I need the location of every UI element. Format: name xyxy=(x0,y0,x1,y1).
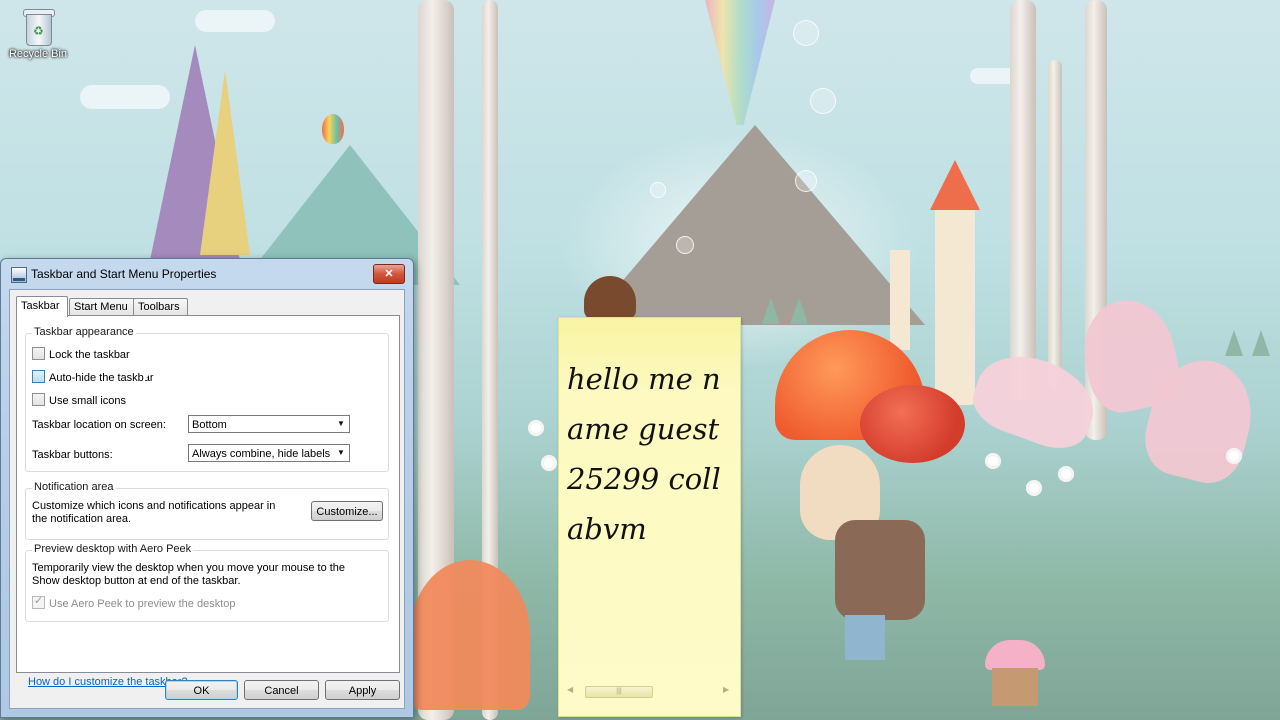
wallpaper-tree-trunk xyxy=(1010,0,1036,400)
aero-peek-description: Temporarily view the desktop when you mo… xyxy=(32,562,346,587)
wallpaper-small-tree xyxy=(790,298,808,324)
taskbar-location-value: Bottom xyxy=(192,419,227,431)
wallpaper-cupcake-top xyxy=(985,640,1045,670)
mouse-cursor-icon xyxy=(143,365,155,383)
wallpaper-flower xyxy=(1058,466,1074,482)
wallpaper-bubble xyxy=(650,182,666,198)
sticky-note-text[interactable]: hello me name guest25299 collabvm xyxy=(567,354,735,554)
wallpaper-rabbit-coat xyxy=(835,520,925,620)
wallpaper-bear xyxy=(584,276,636,320)
recycle-bin-icon: ♻ xyxy=(23,6,55,46)
close-button[interactable]: ✕ xyxy=(373,264,405,284)
taskbar-buttons-select[interactable]: Always combine, hide labels ▼ xyxy=(188,444,350,462)
wallpaper-yellow-peak xyxy=(200,70,250,255)
chevron-down-icon: ▼ xyxy=(337,448,345,457)
wallpaper-hot-air-balloon xyxy=(322,114,344,144)
taskbar-buttons-value: Always combine, hide labels xyxy=(192,448,331,460)
wallpaper-flower xyxy=(1226,448,1242,464)
aero-peek-checkbox xyxy=(32,594,45,609)
aero-peek-group: Preview desktop with Aero Peek Temporari… xyxy=(25,543,389,622)
taskbar-appearance-group: Taskbar appearance Lock the taskbar Auto… xyxy=(25,326,389,472)
wallpaper-orange-plant xyxy=(410,560,530,710)
wallpaper-tree-trunk xyxy=(1048,60,1062,390)
wallpaper-flower xyxy=(528,420,544,436)
dialog-title: Taskbar and Start Menu Properties xyxy=(31,267,217,281)
taskbar-icon xyxy=(11,267,27,283)
autohide-taskbar-checkbox[interactable] xyxy=(32,370,45,383)
aero-peek-label: Use Aero Peek to preview the desktop xyxy=(49,598,236,610)
help-link[interactable]: How do I customize the taskbar? xyxy=(28,676,188,688)
wallpaper-rainbow xyxy=(705,0,775,125)
autohide-taskbar-option[interactable]: Auto-hide the taskbar xyxy=(32,370,154,384)
cancel-button[interactable]: Cancel xyxy=(244,680,319,700)
wallpaper-cloud xyxy=(195,10,275,32)
sticky-note-horizontal-scrollbar[interactable]: ◀ ||| ▶ xyxy=(565,684,731,698)
taskbar-location-select[interactable]: Bottom ▼ xyxy=(188,415,350,433)
lock-taskbar-option[interactable]: Lock the taskbar xyxy=(32,347,130,361)
small-icons-label: Use small icons xyxy=(49,395,127,407)
ok-button[interactable]: OK xyxy=(165,680,238,700)
taskbar-buttons-label: Taskbar buttons: xyxy=(32,449,113,461)
wallpaper-bubble xyxy=(795,170,817,192)
wallpaper-bubble xyxy=(676,236,694,254)
notification-area-group: Notification area Customize which icons … xyxy=(25,481,389,540)
taskbar-location-label: Taskbar location on screen: xyxy=(32,419,166,431)
apply-button[interactable]: Apply xyxy=(325,680,400,700)
taskbar-properties-dialog: Taskbar and Start Menu Properties ✕ Task… xyxy=(0,258,414,718)
lock-taskbar-label: Lock the taskbar xyxy=(49,349,130,361)
group-title-aero-peek: Preview desktop with Aero Peek xyxy=(32,543,194,555)
tab-toolbars[interactable]: Toolbars xyxy=(133,298,188,316)
wallpaper-flower xyxy=(985,453,1001,469)
dialog-titlebar[interactable]: Taskbar and Start Menu Properties ✕ xyxy=(1,259,413,289)
taskbar-tab-panel: Taskbar appearance Lock the taskbar Auto… xyxy=(16,315,400,673)
tab-start-menu[interactable]: Start Menu xyxy=(69,298,137,316)
aero-peek-option: Use Aero Peek to preview the desktop xyxy=(32,594,236,610)
group-title-taskbar-appearance: Taskbar appearance xyxy=(32,326,136,338)
wallpaper-small-tree xyxy=(1225,330,1243,356)
scroll-left-arrow-icon[interactable]: ◀ xyxy=(567,685,573,694)
recycle-bin-label: Recycle Bin xyxy=(8,48,68,60)
customize-button[interactable]: Customize... xyxy=(311,501,383,521)
scrollbar-thumb[interactable]: ||| xyxy=(585,686,653,698)
wallpaper-flower xyxy=(1026,480,1042,496)
tab-taskbar[interactable]: Taskbar xyxy=(16,296,68,317)
scroll-right-arrow-icon[interactable]: ▶ xyxy=(723,685,729,694)
wallpaper-apple-house xyxy=(860,385,965,463)
wallpaper-rabbit-legs xyxy=(845,615,885,660)
chevron-down-icon: ▼ xyxy=(337,419,345,428)
autohide-taskbar-label: Auto-hide the taskbar xyxy=(49,372,154,384)
small-icons-checkbox[interactable] xyxy=(32,393,45,406)
group-title-notification-area: Notification area xyxy=(32,481,116,493)
wallpaper-castle-roof xyxy=(930,160,980,210)
wallpaper-flower xyxy=(541,455,557,471)
wallpaper-bubble xyxy=(810,88,836,114)
wallpaper-castle-tower xyxy=(890,250,910,350)
wallpaper-cupcake-base xyxy=(992,668,1038,706)
recycle-bin-desktop-icon[interactable]: ♻ Recycle Bin xyxy=(4,6,72,60)
dialog-client-area: Taskbar Start Menu Toolbars Taskbar appe… xyxy=(9,289,405,709)
wallpaper-small-tree xyxy=(762,298,780,324)
wallpaper-small-tree xyxy=(1252,330,1270,356)
wallpaper-castle-tower xyxy=(935,205,975,405)
wallpaper-volcano xyxy=(585,125,925,325)
wallpaper-bubble xyxy=(793,20,819,46)
notification-area-description: Customize which icons and notifications … xyxy=(32,500,276,525)
small-icons-option[interactable]: Use small icons xyxy=(32,393,126,407)
lock-taskbar-checkbox[interactable] xyxy=(32,347,45,360)
close-icon: ✕ xyxy=(384,268,394,280)
sticky-note[interactable]: hello me name guest25299 collabvm ◀ ||| … xyxy=(558,317,741,717)
